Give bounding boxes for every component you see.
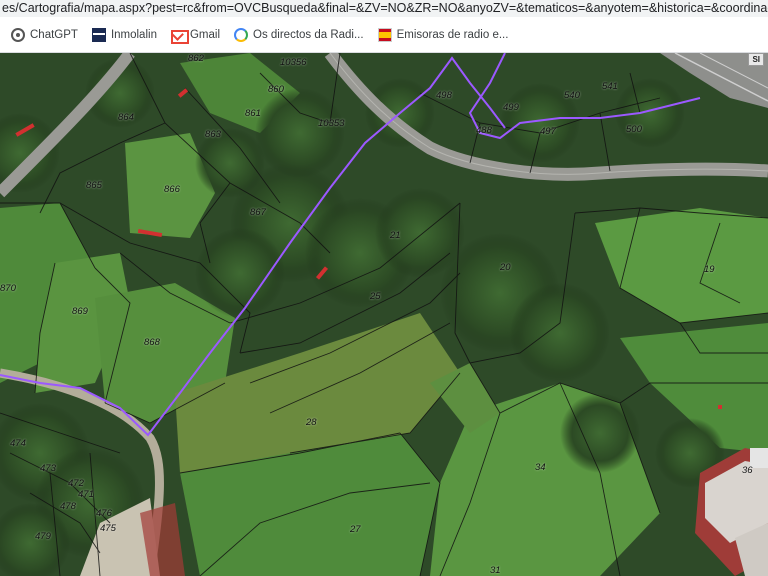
- parcel-label[interactable]: 860: [268, 84, 284, 95]
- bookmark-label: ChatGPT: [30, 28, 78, 41]
- map-badge: SI: [748, 53, 764, 66]
- parcel-label[interactable]: 478: [60, 501, 76, 512]
- spain-flag-icon: [377, 27, 392, 42]
- cadastral-map[interactable]: SI 862 10356 860 864 861 863 10353 866 8…: [0, 53, 768, 576]
- bookmarks-bar: ChatGPT Inmolalin Gmail Os directos da R…: [0, 17, 768, 53]
- address-bar[interactable]: es/Cartografia/mapa.aspx?pest=rc&from=OV…: [0, 0, 768, 17]
- parcel-label[interactable]: 476: [96, 508, 112, 519]
- parcel-label[interactable]: 471: [78, 489, 94, 500]
- parcel-label[interactable]: 475: [100, 523, 116, 534]
- bookmark-chatgpt[interactable]: ChatGPT: [4, 23, 85, 47]
- parcel-label[interactable]: 866: [164, 184, 180, 195]
- parcel-label[interactable]: 19: [704, 264, 715, 275]
- parcel-label[interactable]: 10353: [318, 118, 344, 129]
- bookmark-emisoras-radio[interactable]: Emisoras de radio e...: [371, 23, 516, 47]
- parcel-label[interactable]: 864: [118, 112, 134, 123]
- parcel-label[interactable]: 27: [350, 524, 361, 535]
- google-icon: [234, 27, 248, 42]
- parcel-label[interactable]: 36: [742, 465, 753, 476]
- bookmark-radio-directos[interactable]: Os directos da Radi...: [227, 23, 371, 47]
- parcel-label[interactable]: 499: [503, 102, 519, 113]
- parcel-label[interactable]: 28: [306, 417, 317, 428]
- parcel-label[interactable]: 869: [72, 306, 88, 317]
- bookmark-label: Inmolalin: [110, 28, 157, 41]
- chatgpt-icon: [11, 27, 25, 42]
- parcel-label[interactable]: 21: [390, 230, 401, 241]
- parcel-label[interactable]: 867: [250, 207, 266, 218]
- parcel-label[interactable]: 473: [40, 463, 56, 474]
- parcel-label[interactable]: 20: [500, 262, 511, 273]
- parcel-label[interactable]: 868: [144, 337, 160, 348]
- parcel-label[interactable]: 861: [245, 108, 261, 119]
- parcel-label[interactable]: 500: [626, 124, 642, 135]
- parcel-label[interactable]: 862: [188, 53, 204, 64]
- aerial-imagery: [0, 53, 768, 576]
- parcel-label[interactable]: 479: [35, 531, 51, 542]
- url-text: es/Cartografia/mapa.aspx?pest=rc&from=OV…: [2, 1, 768, 15]
- parcel-label[interactable]: 10356: [280, 57, 306, 68]
- parcel-label[interactable]: 870: [0, 283, 16, 294]
- parcel-label[interactable]: 25: [370, 291, 381, 302]
- parcel-label[interactable]: 863: [205, 129, 221, 140]
- parcel-label[interactable]: 34: [535, 462, 546, 473]
- bookmark-gmail[interactable]: Gmail: [164, 23, 227, 47]
- parcel-label[interactable]: 498: [436, 90, 452, 101]
- parcel-label[interactable]: 474: [10, 438, 26, 449]
- parcel-label[interactable]: 865: [86, 180, 102, 191]
- gmail-icon: [170, 27, 189, 44]
- parcel-label[interactable]: 488: [476, 125, 492, 136]
- bookmark-inmolalin[interactable]: Inmolalin: [85, 23, 164, 47]
- parcel-label[interactable]: 540: [564, 90, 580, 101]
- inmolalin-icon: [91, 27, 106, 42]
- parcel-label[interactable]: 31: [490, 565, 501, 576]
- bookmark-label: Os directos da Radi...: [253, 28, 364, 41]
- bookmark-label: Emisoras de radio e...: [396, 28, 509, 41]
- parcel-label[interactable]: 472: [68, 478, 84, 489]
- parcel-label[interactable]: 497: [540, 126, 556, 137]
- parcel-label[interactable]: 541: [602, 81, 618, 92]
- bookmark-label: Gmail: [189, 28, 220, 41]
